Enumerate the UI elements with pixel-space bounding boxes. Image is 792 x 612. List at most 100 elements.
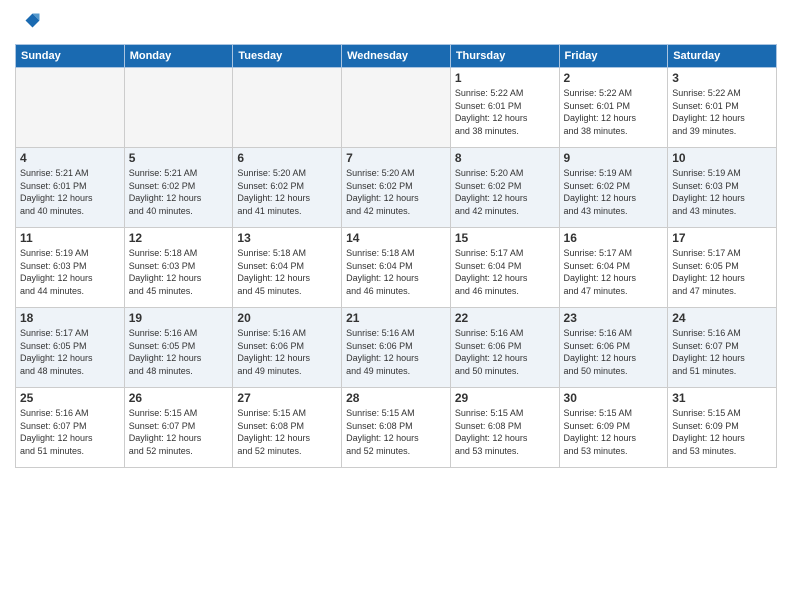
calendar-cell: 3 Sunrise: 5:22 AM Sunset: 6:01 PM Daylig… [668, 68, 777, 148]
weekday-header-saturday: Saturday [668, 45, 777, 68]
calendar-cell [342, 68, 451, 148]
day-number: 11 [20, 231, 120, 245]
day-number: 9 [564, 151, 664, 165]
calendar-cell: 5 Sunrise: 5:21 AM Sunset: 6:02 PM Daylig… [124, 148, 233, 228]
calendar-cell [124, 68, 233, 148]
calendar-cell: 29 Sunrise: 5:15 AM Sunset: 6:08 PM Dayli… [450, 388, 559, 468]
day-number: 21 [346, 311, 446, 325]
calendar-cell: 13 Sunrise: 5:18 AM Sunset: 6:04 PM Dayli… [233, 228, 342, 308]
day-info: Sunrise: 5:16 AM Sunset: 6:07 PM Dayligh… [20, 407, 120, 457]
day-number: 23 [564, 311, 664, 325]
weekday-header-monday: Monday [124, 45, 233, 68]
day-number: 2 [564, 71, 664, 85]
calendar-cell: 22Sunrise: 5:16 AM Sunset: 6:06 PM Dayli… [450, 308, 559, 388]
calendar-cell: 31 Sunrise: 5:15 AM Sunset: 6:09 PM Dayli… [668, 388, 777, 468]
calendar-cell: 25Sunrise: 5:16 AM Sunset: 6:07 PM Dayli… [16, 388, 125, 468]
day-info: Sunrise: 5:17 AM Sunset: 6:04 PM Dayligh… [564, 247, 664, 297]
calendar-cell: 1 Sunrise: 5:22 AM Sunset: 6:01 PM Daylig… [450, 68, 559, 148]
day-info: Sunrise: 5:15 AM Sunset: 6:09 PM Dayligh… [564, 407, 664, 457]
day-number: 20 [237, 311, 337, 325]
day-number: 12 [129, 231, 229, 245]
day-info: Sunrise: 5:22 AM Sunset: 6:01 PM Dayligh… [672, 87, 772, 137]
weekday-header-sunday: Sunday [16, 45, 125, 68]
day-info: Sunrise: 5:17 AM Sunset: 6:05 PM Dayligh… [672, 247, 772, 297]
calendar: SundayMondayTuesdayWednesdayThursdayFrid… [15, 44, 777, 468]
day-info: Sunrise: 5:15 AM Sunset: 6:08 PM Dayligh… [455, 407, 555, 457]
calendar-week-5: 25Sunrise: 5:16 AM Sunset: 6:07 PM Dayli… [16, 388, 777, 468]
calendar-cell: 16Sunrise: 5:17 AM Sunset: 6:04 PM Dayli… [559, 228, 668, 308]
calendar-cell: 7 Sunrise: 5:20 AM Sunset: 6:02 PM Daylig… [342, 148, 451, 228]
calendar-cell: 11 Sunrise: 5:19 AM Sunset: 6:03 PM Dayli… [16, 228, 125, 308]
day-info: Sunrise: 5:19 AM Sunset: 6:03 PM Dayligh… [672, 167, 772, 217]
day-info: Sunrise: 5:20 AM Sunset: 6:02 PM Dayligh… [346, 167, 446, 217]
calendar-cell: 18 Sunrise: 5:17 AM Sunset: 6:05 PM Dayli… [16, 308, 125, 388]
day-info: Sunrise: 5:16 AM Sunset: 6:06 PM Dayligh… [237, 327, 337, 377]
calendar-cell: 20 Sunrise: 5:16 AM Sunset: 6:06 PM Dayli… [233, 308, 342, 388]
day-info: Sunrise: 5:21 AM Sunset: 6:01 PM Dayligh… [20, 167, 120, 217]
day-number: 26 [129, 391, 229, 405]
day-info: Sunrise: 5:22 AM Sunset: 6:01 PM Dayligh… [455, 87, 555, 137]
calendar-cell: 6 Sunrise: 5:20 AM Sunset: 6:02 PM Daylig… [233, 148, 342, 228]
day-info: Sunrise: 5:18 AM Sunset: 6:04 PM Dayligh… [346, 247, 446, 297]
day-info: Sunrise: 5:20 AM Sunset: 6:02 PM Dayligh… [237, 167, 337, 217]
day-number: 6 [237, 151, 337, 165]
day-info: Sunrise: 5:18 AM Sunset: 6:03 PM Dayligh… [129, 247, 229, 297]
day-info: Sunrise: 5:17 AM Sunset: 6:05 PM Dayligh… [20, 327, 120, 377]
day-number: 29 [455, 391, 555, 405]
day-number: 8 [455, 151, 555, 165]
day-info: Sunrise: 5:15 AM Sunset: 6:09 PM Dayligh… [672, 407, 772, 457]
calendar-cell [16, 68, 125, 148]
weekday-header-thursday: Thursday [450, 45, 559, 68]
weekday-header-wednesday: Wednesday [342, 45, 451, 68]
day-number: 31 [672, 391, 772, 405]
calendar-week-3: 11 Sunrise: 5:19 AM Sunset: 6:03 PM Dayli… [16, 228, 777, 308]
day-info: Sunrise: 5:20 AM Sunset: 6:02 PM Dayligh… [455, 167, 555, 217]
calendar-week-4: 18 Sunrise: 5:17 AM Sunset: 6:05 PM Dayli… [16, 308, 777, 388]
day-info: Sunrise: 5:19 AM Sunset: 6:02 PM Dayligh… [564, 167, 664, 217]
day-number: 5 [129, 151, 229, 165]
day-number: 13 [237, 231, 337, 245]
day-number: 24 [672, 311, 772, 325]
day-info: Sunrise: 5:15 AM Sunset: 6:07 PM Dayligh… [129, 407, 229, 457]
day-number: 28 [346, 391, 446, 405]
day-info: Sunrise: 5:18 AM Sunset: 6:04 PM Dayligh… [237, 247, 337, 297]
day-info: Sunrise: 5:21 AM Sunset: 6:02 PM Dayligh… [129, 167, 229, 217]
calendar-cell: 24 Sunrise: 5:16 AM Sunset: 6:07 PM Dayli… [668, 308, 777, 388]
calendar-cell: 2Sunrise: 5:22 AM Sunset: 6:01 PM Daylig… [559, 68, 668, 148]
calendar-cell: 12 Sunrise: 5:18 AM Sunset: 6:03 PM Dayli… [124, 228, 233, 308]
page: SundayMondayTuesdayWednesdayThursdayFrid… [0, 0, 792, 612]
day-info: Sunrise: 5:15 AM Sunset: 6:08 PM Dayligh… [237, 407, 337, 457]
day-number: 19 [129, 311, 229, 325]
calendar-cell: 26 Sunrise: 5:15 AM Sunset: 6:07 PM Dayli… [124, 388, 233, 468]
day-info: Sunrise: 5:17 AM Sunset: 6:04 PM Dayligh… [455, 247, 555, 297]
day-info: Sunrise: 5:16 AM Sunset: 6:05 PM Dayligh… [129, 327, 229, 377]
calendar-cell: 28Sunrise: 5:15 AM Sunset: 6:08 PM Dayli… [342, 388, 451, 468]
day-number: 14 [346, 231, 446, 245]
day-number: 15 [455, 231, 555, 245]
day-info: Sunrise: 5:19 AM Sunset: 6:03 PM Dayligh… [20, 247, 120, 297]
calendar-cell: 10 Sunrise: 5:19 AM Sunset: 6:03 PM Dayli… [668, 148, 777, 228]
day-number: 27 [237, 391, 337, 405]
weekday-header-row: SundayMondayTuesdayWednesdayThursdayFrid… [16, 45, 777, 68]
day-info: Sunrise: 5:16 AM Sunset: 6:07 PM Dayligh… [672, 327, 772, 377]
calendar-week-1: 1 Sunrise: 5:22 AM Sunset: 6:01 PM Daylig… [16, 68, 777, 148]
calendar-cell: 27 Sunrise: 5:15 AM Sunset: 6:08 PM Dayli… [233, 388, 342, 468]
day-number: 1 [455, 71, 555, 85]
header [15, 10, 777, 38]
weekday-header-tuesday: Tuesday [233, 45, 342, 68]
day-info: Sunrise: 5:16 AM Sunset: 6:06 PM Dayligh… [455, 327, 555, 377]
day-number: 3 [672, 71, 772, 85]
calendar-week-2: 4 Sunrise: 5:21 AM Sunset: 6:01 PM Daylig… [16, 148, 777, 228]
weekday-header-friday: Friday [559, 45, 668, 68]
day-info: Sunrise: 5:16 AM Sunset: 6:06 PM Dayligh… [564, 327, 664, 377]
calendar-cell: 15 Sunrise: 5:17 AM Sunset: 6:04 PM Dayli… [450, 228, 559, 308]
calendar-cell: 9 Sunrise: 5:19 AM Sunset: 6:02 PM Daylig… [559, 148, 668, 228]
day-number: 7 [346, 151, 446, 165]
day-number: 4 [20, 151, 120, 165]
day-number: 30 [564, 391, 664, 405]
day-number: 17 [672, 231, 772, 245]
calendar-cell: 19 Sunrise: 5:16 AM Sunset: 6:05 PM Dayli… [124, 308, 233, 388]
calendar-cell: 17 Sunrise: 5:17 AM Sunset: 6:05 PM Dayli… [668, 228, 777, 308]
day-number: 10 [672, 151, 772, 165]
day-number: 18 [20, 311, 120, 325]
